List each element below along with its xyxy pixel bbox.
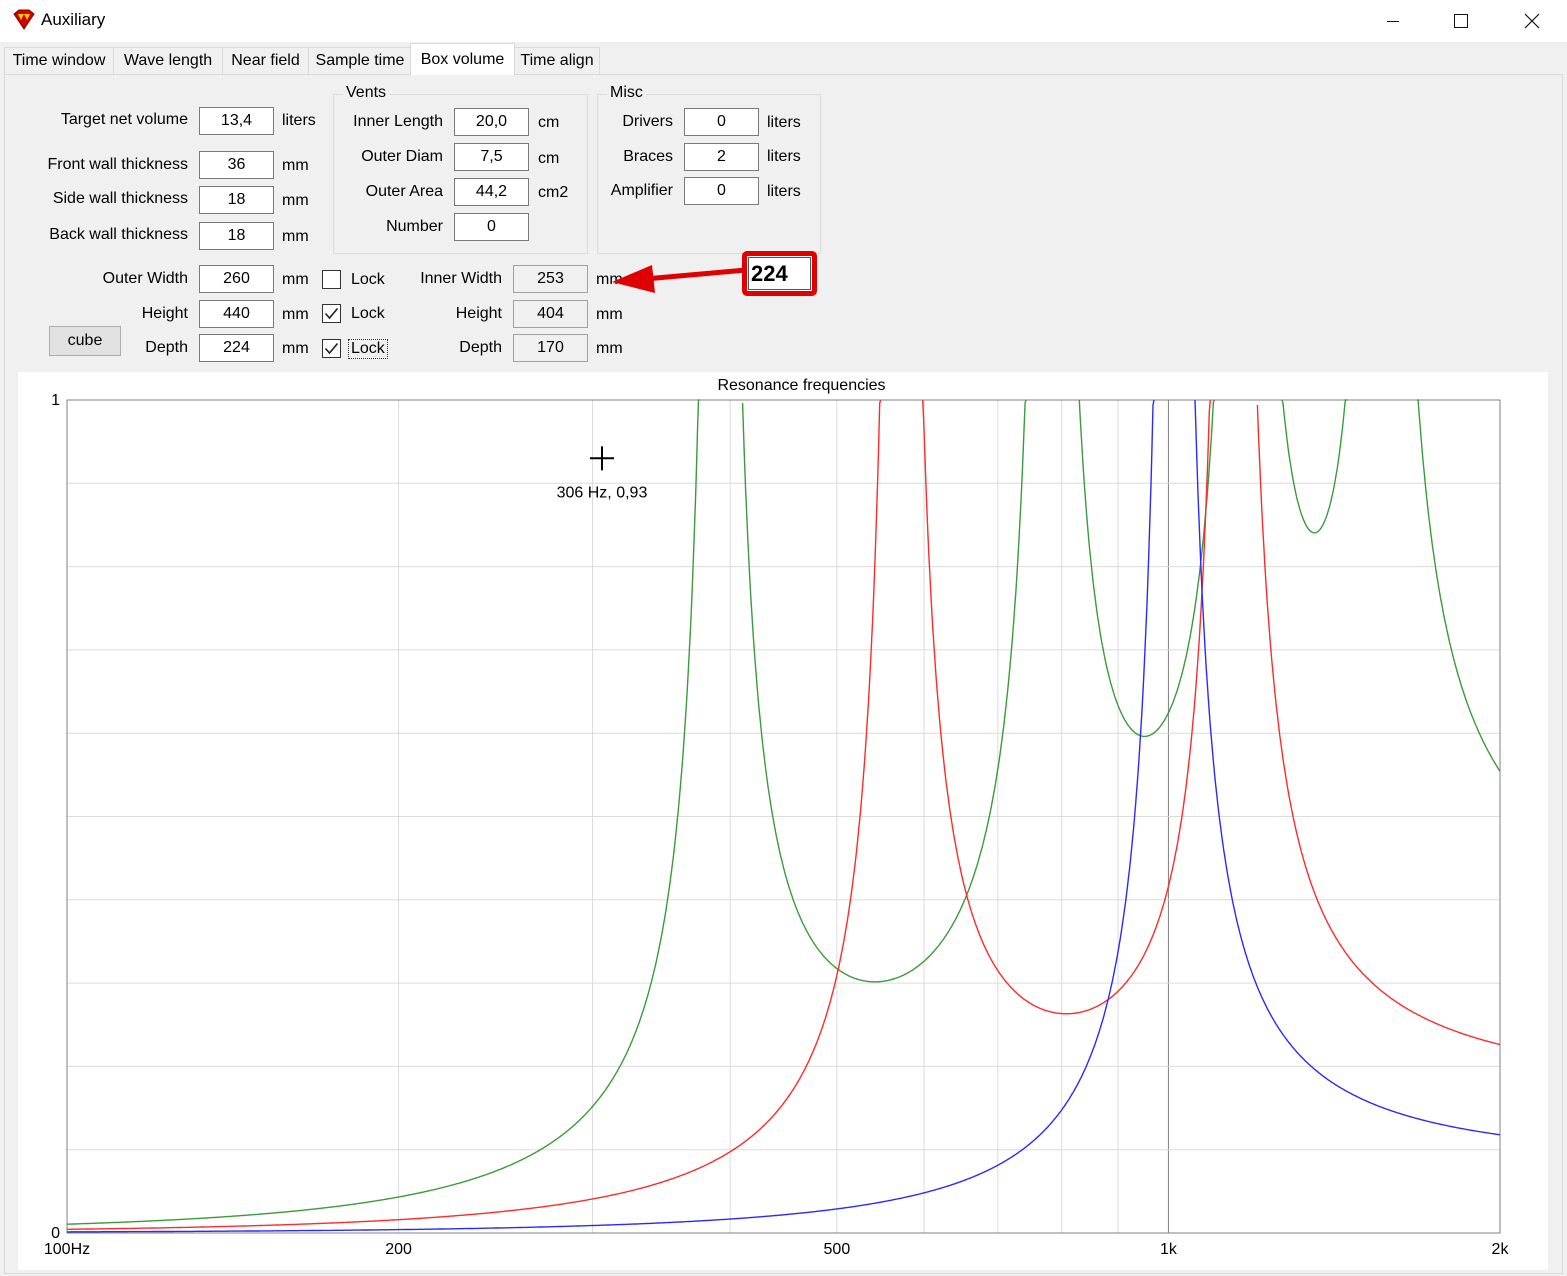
inner-length-label: Inner Length [353,113,443,130]
series-line-2 [67,399,1501,1230]
braces-label: Braces [623,148,673,165]
checkmark-icon [324,307,339,320]
annotation-callout-value: 224 [748,257,811,290]
tab-near-field[interactable]: Near field [222,47,309,74]
window-title: Auxiliary [41,10,106,29]
front-wall-thickness-label: Front wall thickness [47,156,189,173]
amplifier-label: Amplifier [610,182,673,199]
x-tick-label: 1k [1160,1241,1178,1258]
side-wall-unit: mm [282,192,309,209]
outer-diam-label: Outer Diam [361,148,443,165]
y-tick-label: 1 [51,392,60,409]
tab-wave-length[interactable]: Wave length [113,47,223,74]
vent-number-label: Number [386,218,443,235]
target-net-volume-input[interactable]: 13,4 [199,107,274,135]
annotation-arrow-icon [612,265,747,293]
inner-length-unit: cm [538,114,560,131]
x-tick-label: 100Hz [44,1241,90,1258]
outer-area-input[interactable]: 44,2 [454,178,529,206]
y-tick-label: 0 [51,1225,60,1242]
outer-height-lock-label[interactable]: Lock [351,305,385,323]
series-line-3 [67,399,1501,1233]
vents-group-title: Vents [343,84,390,102]
back-wall-unit: mm [282,228,309,245]
outer-diam-unit: cm [538,150,560,167]
outer-width-label: Outer Width [102,270,188,287]
outer-depth-lock-label[interactable]: Lock [348,339,388,359]
close-icon[interactable] [1497,0,1567,42]
tab-box-volume[interactable]: Box volume [410,43,515,75]
amplifier-unit: liters [767,183,801,200]
cube-button[interactable]: cube [49,326,121,356]
amplifier-input[interactable]: 0 [684,177,759,205]
x-tick-label: 200 [385,1241,412,1258]
side-wall-thickness-input[interactable]: 18 [199,186,274,214]
checkmark-icon [324,342,339,355]
braces-unit: liters [767,148,801,165]
inner-height-unit: mm [596,306,623,323]
series-line-1 [67,399,1501,1225]
resonance-chart[interactable]: Resonance frequencies 100Hz 200 500 1k 2k 0 1 30… [18,372,1548,1270]
outer-width-lock-checkbox[interactable] [322,270,341,289]
x-tick-label: 500 [824,1241,851,1258]
outer-area-unit: cm2 [538,184,569,201]
inner-depth-unit: mm [596,340,623,357]
maximize-icon[interactable] [1426,0,1496,42]
inner-width-label: Inner Width [420,270,502,287]
target-net-volume-unit: liters [282,112,316,129]
outer-area-label: Outer Area [365,183,443,200]
tab-time-align[interactable]: Time align [514,47,600,74]
outer-depth-unit: mm [282,340,309,357]
drivers-unit: liters [767,114,801,131]
drivers-label: Drivers [622,113,673,130]
x-tick-label: 2k [1492,1241,1510,1258]
tab-sample-time[interactable]: Sample time [308,47,412,74]
tab-time-window[interactable]: Time window [4,47,114,74]
back-wall-thickness-input[interactable]: 18 [199,222,274,250]
front-wall-thickness-input[interactable]: 36 [199,151,274,179]
inner-length-input[interactable]: 20,0 [454,108,529,136]
inner-depth-readout: 170 [513,334,588,362]
outer-height-label: Height [141,305,188,322]
misc-group-title: Misc [607,84,646,102]
outer-height-input[interactable]: 440 [199,300,274,328]
outer-depth-lock-checkbox[interactable] [322,339,341,358]
inner-height-readout: 404 [513,300,588,328]
app-diamond-icon [12,9,36,31]
cursor-readout: 306 Hz, 0,93 [557,484,648,501]
chart-title: Resonance frequencies [717,377,885,394]
outer-depth-input[interactable]: 224 [199,334,274,362]
outer-width-input[interactable]: 260 [199,265,274,293]
outer-height-unit: mm [282,306,309,323]
outer-width-unit: mm [282,271,309,288]
outer-diam-input[interactable]: 7,5 [454,143,529,171]
inner-height-label: Height [455,305,502,322]
drivers-input[interactable]: 0 [684,108,759,136]
resonance-chart-svg: Resonance frequencies 100Hz 200 500 1k 2k 0 1 30… [44,377,1510,1258]
braces-input[interactable]: 2 [684,143,759,171]
inner-depth-label: Depth [459,339,502,356]
target-net-volume-label: Target net volume [60,111,188,128]
back-wall-thickness-label: Back wall thickness [49,226,188,243]
title-bar [0,0,1567,42]
minimize-icon[interactable] [1358,0,1428,42]
front-wall-unit: mm [282,157,309,174]
outer-width-lock-label[interactable]: Lock [351,271,385,289]
side-wall-thickness-label: Side wall thickness [52,190,188,207]
outer-height-lock-checkbox[interactable] [322,304,341,323]
inner-width-readout: 253 [513,265,588,293]
vent-number-input[interactable]: 0 [454,213,529,241]
